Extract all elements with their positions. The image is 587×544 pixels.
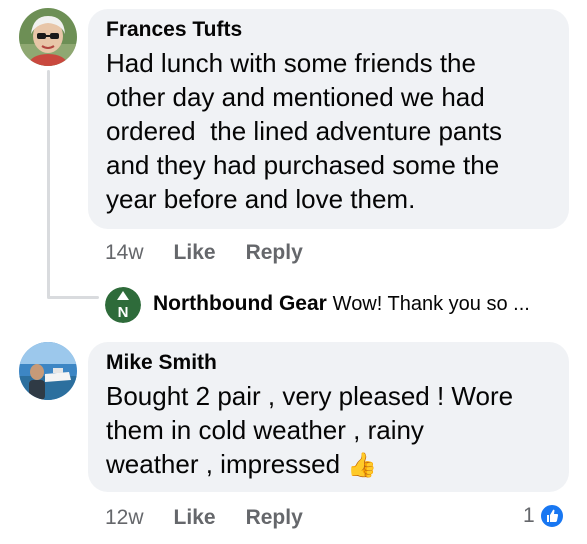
comment-bubble: Mike Smith Bought 2 pair , very pleased … — [88, 342, 569, 492]
reply-avatar[interactable]: N — [105, 287, 141, 323]
avatar[interactable] — [19, 8, 77, 66]
comment-text: Had lunch with some friends the other da… — [106, 46, 569, 216]
comment-text-line: Had lunch with some friends the — [106, 48, 476, 78]
avatar[interactable] — [19, 342, 77, 400]
profile-photo-frances — [19, 8, 77, 66]
reply-text: Wow! Thank you so ... — [332, 293, 530, 315]
reply-button[interactable]: Reply — [246, 241, 303, 265]
reaction-summary[interactable]: 1 — [523, 503, 565, 529]
comment-text: Bought 2 pair , very pleased ! Wore them… — [106, 379, 569, 483]
reply-button[interactable]: Reply — [246, 506, 303, 530]
comment-text-line: and they had purchased some the — [106, 150, 500, 180]
comment-text-line: weather , impressed 👍 — [106, 447, 569, 483]
comment-text-line: other day and mentioned we had — [106, 82, 485, 112]
reaction-count: 1 — [523, 504, 535, 527]
northbound-logo-icon: N — [105, 287, 141, 323]
like-thumb-icon — [538, 503, 565, 529]
like-button[interactable]: Like — [174, 241, 216, 265]
logo-letter: N — [118, 304, 129, 321]
comment-author[interactable]: Mike Smith — [106, 351, 569, 375]
comment-author[interactable]: Frances Tufts — [106, 18, 569, 42]
comment-text-line: ordered the lined adventure pants — [106, 116, 503, 146]
like-button[interactable]: Like — [174, 506, 216, 530]
comment-actions: 12w Like Reply — [105, 506, 303, 530]
thread-connector — [47, 70, 50, 298]
comment-text-line: year before and love them. — [106, 184, 416, 214]
thread-connector-branch — [47, 296, 99, 299]
comment-timestamp[interactable]: 14w — [105, 241, 144, 265]
comment-text-line: Bought 2 pair , very pleased ! Wore — [106, 381, 514, 411]
reply-preview[interactable]: Northbound Gear Wow! Thank you so ... — [153, 292, 530, 316]
profile-photo-mike — [19, 342, 77, 400]
reply-author[interactable]: Northbound Gear — [153, 292, 327, 315]
comment-text-fragment: weather , impressed — [106, 449, 341, 479]
comment-actions: 14w Like Reply — [105, 241, 303, 265]
thumbs-up-emoji: 👍 — [347, 452, 378, 479]
comment-text-line: them in cold weather , rainy — [106, 415, 424, 445]
comment-bubble: Frances Tufts Had lunch with some friend… — [88, 9, 569, 229]
comment-timestamp[interactable]: 12w — [105, 506, 144, 530]
